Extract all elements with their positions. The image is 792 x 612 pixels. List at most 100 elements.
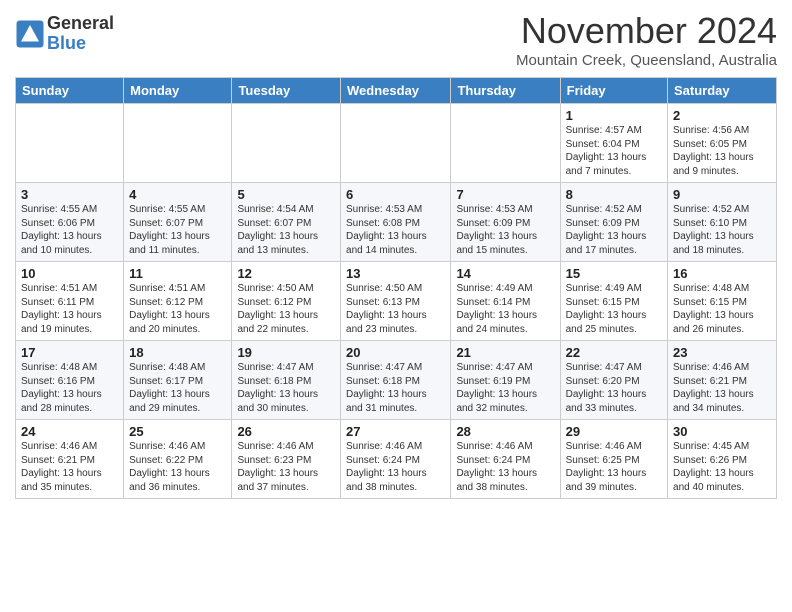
day-info: Sunrise: 4:47 AM Sunset: 6:18 PM Dayligh… xyxy=(237,361,335,415)
calendar-week-row: 10Sunrise: 4:51 AM Sunset: 6:11 PM Dayli… xyxy=(16,262,777,341)
col-sunday: Sunday xyxy=(16,78,124,104)
calendar-cell: 22Sunrise: 4:47 AM Sunset: 6:20 PM Dayli… xyxy=(560,341,667,420)
day-info: Sunrise: 4:57 AM Sunset: 6:04 PM Dayligh… xyxy=(566,124,662,178)
day-info: Sunrise: 4:46 AM Sunset: 6:24 PM Dayligh… xyxy=(346,440,445,494)
day-info: Sunrise: 4:46 AM Sunset: 6:22 PM Dayligh… xyxy=(129,440,226,494)
calendar-cell: 10Sunrise: 4:51 AM Sunset: 6:11 PM Dayli… xyxy=(16,262,124,341)
day-info: Sunrise: 4:55 AM Sunset: 6:07 PM Dayligh… xyxy=(129,203,226,257)
calendar-cell: 23Sunrise: 4:46 AM Sunset: 6:21 PM Dayli… xyxy=(668,341,777,420)
day-info: Sunrise: 4:46 AM Sunset: 6:21 PM Dayligh… xyxy=(673,361,771,415)
calendar-cell xyxy=(16,104,124,183)
day-info: Sunrise: 4:48 AM Sunset: 6:17 PM Dayligh… xyxy=(129,361,226,415)
day-number: 13 xyxy=(346,266,445,281)
day-number: 24 xyxy=(21,424,118,439)
day-info: Sunrise: 4:51 AM Sunset: 6:11 PM Dayligh… xyxy=(21,282,118,336)
day-info: Sunrise: 4:51 AM Sunset: 6:12 PM Dayligh… xyxy=(129,282,226,336)
day-info: Sunrise: 4:50 AM Sunset: 6:12 PM Dayligh… xyxy=(237,282,335,336)
calendar-week-row: 1Sunrise: 4:57 AM Sunset: 6:04 PM Daylig… xyxy=(16,104,777,183)
logo: General Blue xyxy=(15,14,114,54)
day-number: 11 xyxy=(129,266,226,281)
calendar-cell: 20Sunrise: 4:47 AM Sunset: 6:18 PM Dayli… xyxy=(341,341,451,420)
day-info: Sunrise: 4:56 AM Sunset: 6:05 PM Dayligh… xyxy=(673,124,771,178)
calendar-cell: 6Sunrise: 4:53 AM Sunset: 6:08 PM Daylig… xyxy=(341,183,451,262)
calendar-cell xyxy=(341,104,451,183)
calendar-cell: 28Sunrise: 4:46 AM Sunset: 6:24 PM Dayli… xyxy=(451,420,560,499)
col-monday: Monday xyxy=(124,78,232,104)
day-number: 8 xyxy=(566,187,662,202)
col-friday: Friday xyxy=(560,78,667,104)
col-thursday: Thursday xyxy=(451,78,560,104)
day-number: 14 xyxy=(456,266,554,281)
calendar-cell: 15Sunrise: 4:49 AM Sunset: 6:15 PM Dayli… xyxy=(560,262,667,341)
day-number: 28 xyxy=(456,424,554,439)
day-number: 16 xyxy=(673,266,771,281)
day-info: Sunrise: 4:48 AM Sunset: 6:15 PM Dayligh… xyxy=(673,282,771,336)
calendar-cell: 1Sunrise: 4:57 AM Sunset: 6:04 PM Daylig… xyxy=(560,104,667,183)
day-number: 29 xyxy=(566,424,662,439)
calendar-cell: 12Sunrise: 4:50 AM Sunset: 6:12 PM Dayli… xyxy=(232,262,341,341)
calendar-cell: 25Sunrise: 4:46 AM Sunset: 6:22 PM Dayli… xyxy=(124,420,232,499)
day-info: Sunrise: 4:46 AM Sunset: 6:25 PM Dayligh… xyxy=(566,440,662,494)
day-number: 3 xyxy=(21,187,118,202)
day-number: 27 xyxy=(346,424,445,439)
page-header: General Blue November 2024 Mountain Cree… xyxy=(15,10,777,69)
day-info: Sunrise: 4:52 AM Sunset: 6:09 PM Dayligh… xyxy=(566,203,662,257)
day-info: Sunrise: 4:49 AM Sunset: 6:15 PM Dayligh… xyxy=(566,282,662,336)
location-subtitle: Mountain Creek, Queensland, Australia xyxy=(516,52,777,69)
day-number: 30 xyxy=(673,424,771,439)
col-wednesday: Wednesday xyxy=(341,78,451,104)
title-area: November 2024 Mountain Creek, Queensland… xyxy=(516,10,777,69)
calendar-cell: 5Sunrise: 4:54 AM Sunset: 6:07 PM Daylig… xyxy=(232,183,341,262)
day-number: 21 xyxy=(456,345,554,360)
month-title: November 2024 xyxy=(516,10,777,52)
day-info: Sunrise: 4:48 AM Sunset: 6:16 PM Dayligh… xyxy=(21,361,118,415)
calendar-week-row: 3Sunrise: 4:55 AM Sunset: 6:06 PM Daylig… xyxy=(16,183,777,262)
logo-icon xyxy=(15,19,45,49)
day-number: 6 xyxy=(346,187,445,202)
day-number: 15 xyxy=(566,266,662,281)
day-number: 25 xyxy=(129,424,226,439)
calendar-cell: 9Sunrise: 4:52 AM Sunset: 6:10 PM Daylig… xyxy=(668,183,777,262)
day-number: 20 xyxy=(346,345,445,360)
day-number: 9 xyxy=(673,187,771,202)
calendar-cell: 21Sunrise: 4:47 AM Sunset: 6:19 PM Dayli… xyxy=(451,341,560,420)
day-number: 7 xyxy=(456,187,554,202)
day-info: Sunrise: 4:55 AM Sunset: 6:06 PM Dayligh… xyxy=(21,203,118,257)
day-number: 26 xyxy=(237,424,335,439)
day-info: Sunrise: 4:53 AM Sunset: 6:08 PM Dayligh… xyxy=(346,203,445,257)
calendar-week-row: 24Sunrise: 4:46 AM Sunset: 6:21 PM Dayli… xyxy=(16,420,777,499)
logo-blue-text: Blue xyxy=(47,34,114,54)
calendar-cell: 11Sunrise: 4:51 AM Sunset: 6:12 PM Dayli… xyxy=(124,262,232,341)
day-number: 22 xyxy=(566,345,662,360)
calendar-cell xyxy=(232,104,341,183)
col-tuesday: Tuesday xyxy=(232,78,341,104)
calendar-cell: 27Sunrise: 4:46 AM Sunset: 6:24 PM Dayli… xyxy=(341,420,451,499)
calendar-cell: 14Sunrise: 4:49 AM Sunset: 6:14 PM Dayli… xyxy=(451,262,560,341)
day-number: 5 xyxy=(237,187,335,202)
calendar-cell: 4Sunrise: 4:55 AM Sunset: 6:07 PM Daylig… xyxy=(124,183,232,262)
calendar-week-row: 17Sunrise: 4:48 AM Sunset: 6:16 PM Dayli… xyxy=(16,341,777,420)
day-number: 4 xyxy=(129,187,226,202)
day-info: Sunrise: 4:46 AM Sunset: 6:23 PM Dayligh… xyxy=(237,440,335,494)
calendar-header-row: Sunday Monday Tuesday Wednesday Thursday… xyxy=(16,78,777,104)
day-number: 23 xyxy=(673,345,771,360)
day-number: 1 xyxy=(566,108,662,123)
day-number: 19 xyxy=(237,345,335,360)
calendar-cell xyxy=(124,104,232,183)
calendar-cell: 13Sunrise: 4:50 AM Sunset: 6:13 PM Dayli… xyxy=(341,262,451,341)
day-info: Sunrise: 4:47 AM Sunset: 6:18 PM Dayligh… xyxy=(346,361,445,415)
calendar-table: Sunday Monday Tuesday Wednesday Thursday… xyxy=(15,77,777,499)
calendar-cell: 29Sunrise: 4:46 AM Sunset: 6:25 PM Dayli… xyxy=(560,420,667,499)
day-number: 18 xyxy=(129,345,226,360)
day-info: Sunrise: 4:54 AM Sunset: 6:07 PM Dayligh… xyxy=(237,203,335,257)
day-number: 2 xyxy=(673,108,771,123)
day-info: Sunrise: 4:49 AM Sunset: 6:14 PM Dayligh… xyxy=(456,282,554,336)
calendar-cell: 3Sunrise: 4:55 AM Sunset: 6:06 PM Daylig… xyxy=(16,183,124,262)
logo-general-text: General xyxy=(47,14,114,34)
day-info: Sunrise: 4:50 AM Sunset: 6:13 PM Dayligh… xyxy=(346,282,445,336)
day-info: Sunrise: 4:53 AM Sunset: 6:09 PM Dayligh… xyxy=(456,203,554,257)
calendar-cell: 8Sunrise: 4:52 AM Sunset: 6:09 PM Daylig… xyxy=(560,183,667,262)
day-number: 12 xyxy=(237,266,335,281)
calendar-cell: 2Sunrise: 4:56 AM Sunset: 6:05 PM Daylig… xyxy=(668,104,777,183)
calendar-cell: 26Sunrise: 4:46 AM Sunset: 6:23 PM Dayli… xyxy=(232,420,341,499)
